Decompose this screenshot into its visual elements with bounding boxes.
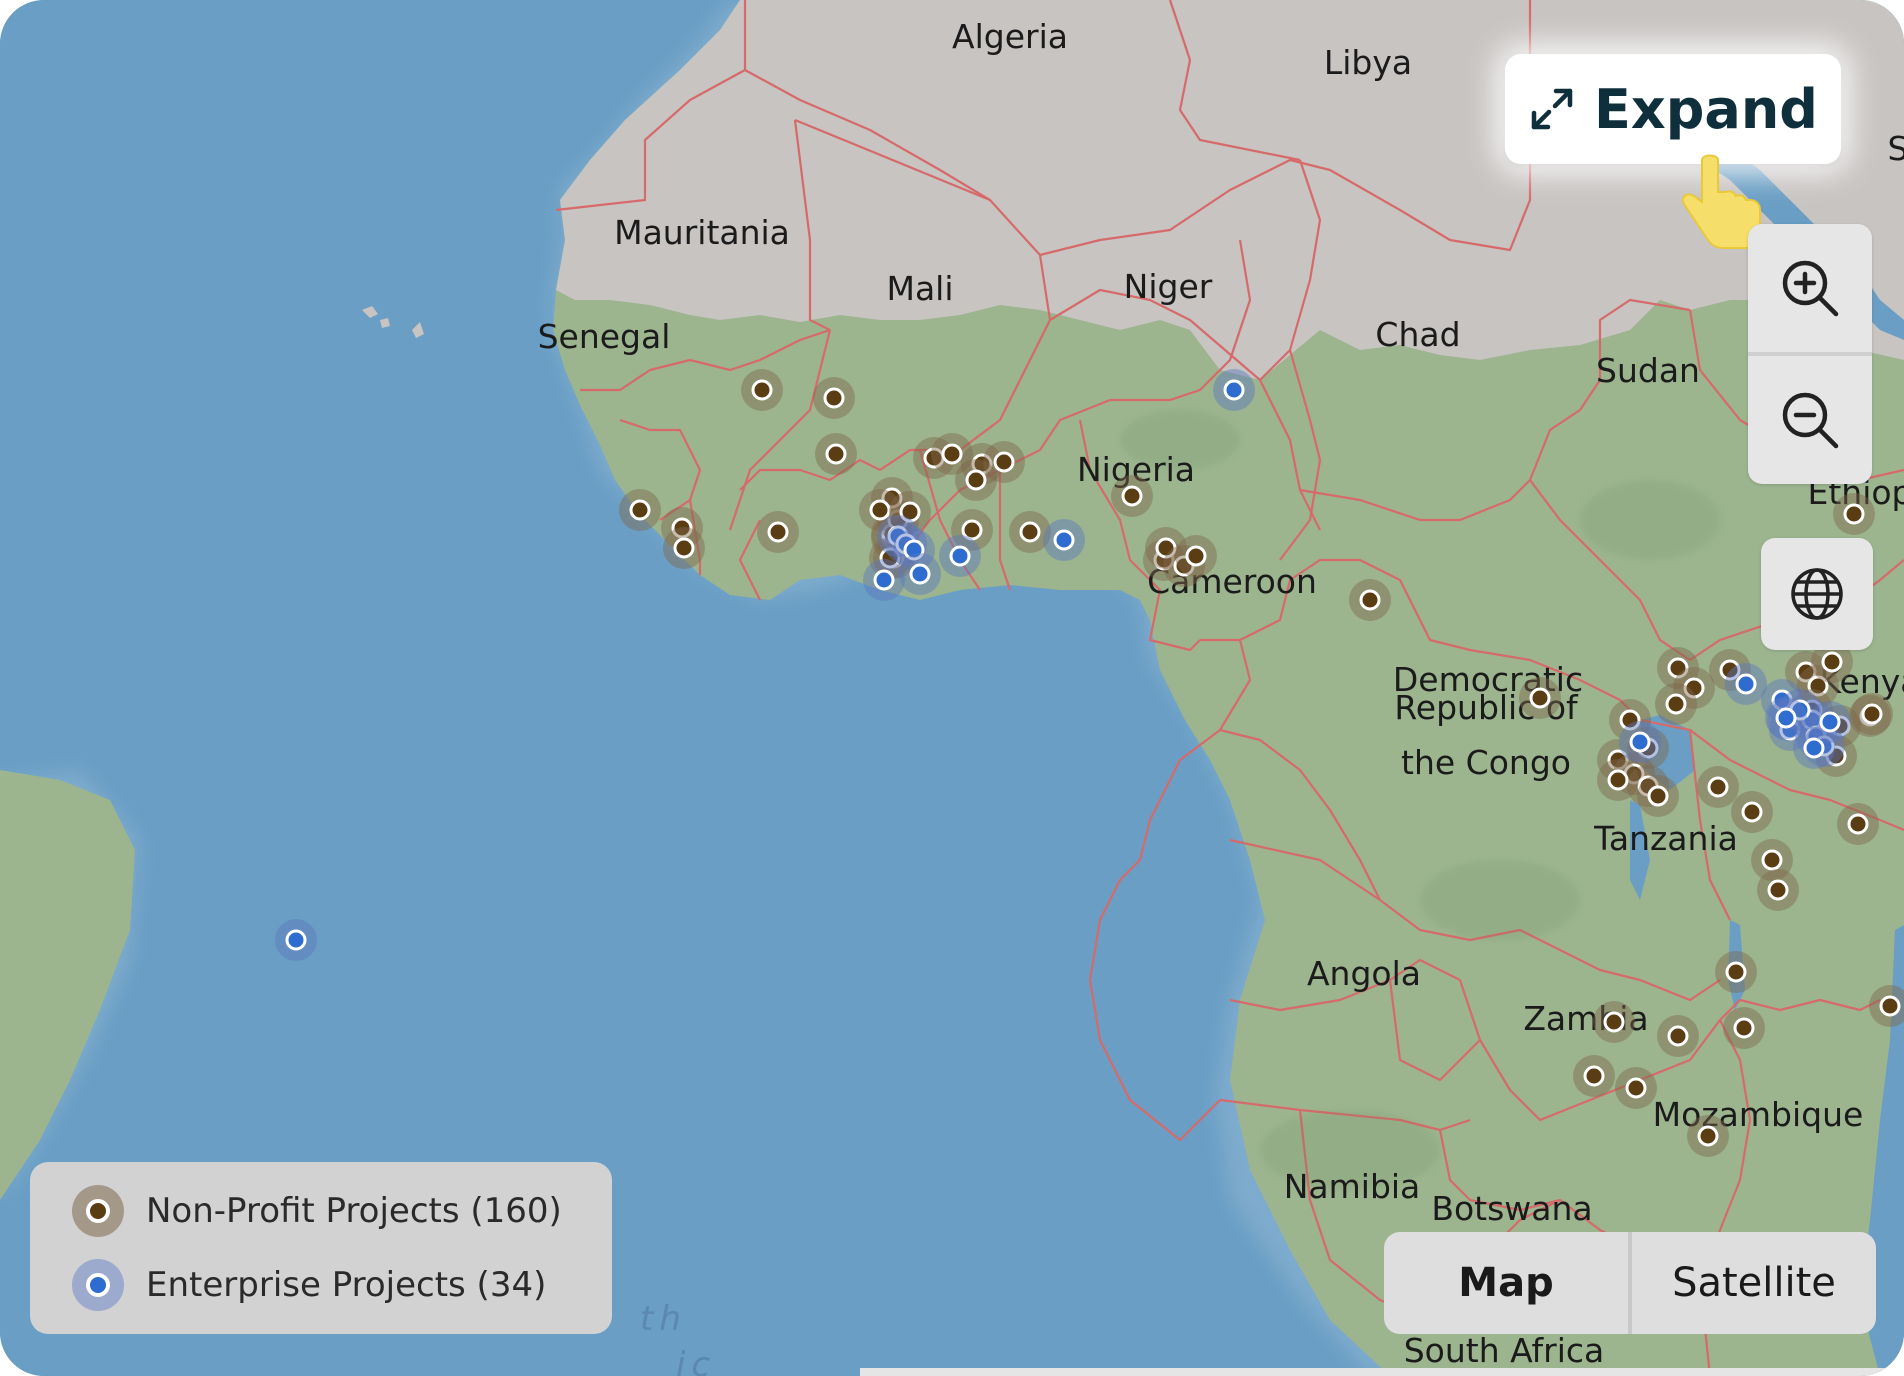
nonprofit-project-marker[interactable] [1597,759,1639,801]
nonprofit-project-marker[interactable] [1349,579,1391,621]
nonprofit-project-marker[interactable] [1731,791,1773,833]
enterprise-project-marker[interactable] [939,535,981,577]
enterprise-project-marker[interactable] [275,919,317,961]
zoom-out-icon [1782,392,1839,449]
nonprofit-project-marker[interactable] [663,527,705,569]
country-label: Tanzania [1593,819,1738,858]
enterprise-project-marker[interactable] [1765,697,1807,739]
ocean-label: th [640,1299,687,1339]
nonprofit-project-marker[interactable] [1687,1115,1729,1157]
nonprofit-project-marker[interactable] [1723,1007,1765,1049]
enterprise-project-marker[interactable] [1725,663,1767,705]
legend-nonprofit-label: Non-Profit Projects (160) [146,1191,562,1231]
scale-bar [860,1368,1904,1376]
nonprofit-project-marker[interactable] [1833,493,1875,535]
nonprofit-project-marker[interactable] [813,377,855,419]
map-container[interactable]: Algeria Libya Mauritania Mali Niger Senegal Ch… [0,0,1904,1376]
enterprise-project-marker[interactable] [863,559,905,601]
nonprofit-project-marker[interactable] [1637,775,1679,817]
country-label: Libya [1324,43,1412,82]
expand-label: Expand [1594,77,1818,141]
legend-enterprise: Enterprise Projects (34) [72,1255,546,1315]
enterprise-project-marker[interactable] [1213,369,1255,411]
country-label: Mozambique [1653,1095,1864,1134]
nonprofit-marker-icon [72,1185,124,1237]
nonprofit-project-marker[interactable] [1657,1015,1699,1057]
zoom-controls [1748,224,1872,484]
nonprofit-project-marker[interactable] [1697,766,1739,808]
legend-enterprise-label: Enterprise Projects (34) [146,1265,547,1305]
map-type-toggle: Map Satellite [1384,1232,1876,1334]
nonprofit-project-marker[interactable] [1757,869,1799,911]
country-label: Mauritania [614,213,790,252]
nonprofit-project-marker[interactable] [1519,677,1561,719]
globe-icon [1791,568,1843,620]
nonprofit-project-marker[interactable] [1851,693,1893,735]
country-label: South Africa [1404,1331,1605,1370]
country-label: Algeria [952,17,1068,56]
enterprise-project-marker[interactable] [899,553,941,595]
nonprofit-project-marker[interactable] [1593,1001,1635,1043]
nonprofit-project-marker[interactable] [1573,1055,1615,1097]
nonprofit-project-marker[interactable] [983,441,1025,483]
country-label: Sudan [1596,351,1700,390]
nonprofit-project-marker[interactable] [1111,475,1153,517]
country-label: Angola [1307,954,1421,993]
ocean-label: ic [676,1345,716,1376]
country-label: Senegal [538,317,671,356]
zoom-in-icon [1782,260,1839,317]
nonprofit-project-marker[interactable] [1837,803,1879,845]
expand-button[interactable]: Expand [1505,54,1841,164]
nonprofit-project-marker[interactable] [1715,951,1757,993]
nonprofit-project-marker[interactable] [741,369,783,411]
country-label: Chad [1375,315,1460,354]
nonprofit-project-marker[interactable] [1175,535,1217,577]
country-label: the Congo [1401,743,1571,782]
zoom-out-button[interactable] [1748,356,1872,484]
enterprise-project-marker[interactable] [1619,721,1661,763]
enterprise-project-marker[interactable] [1809,701,1851,743]
enterprise-project-marker[interactable] [1043,519,1085,561]
expand-arrows-icon [1531,88,1573,130]
nonprofit-project-marker[interactable] [757,511,799,553]
map-legend: Non-Profit Projects (160) Enterprise Pro… [30,1162,612,1334]
globe-button[interactable] [1761,538,1873,650]
country-label: S [1888,129,1904,168]
enterprise-marker-icon [72,1259,124,1311]
nonprofit-project-marker[interactable] [1615,1067,1657,1109]
country-label: Namibia [1284,1167,1421,1206]
legend-nonprofit: Non-Profit Projects (160) [72,1181,562,1241]
nonprofit-project-marker[interactable] [619,489,661,531]
nonprofit-project-marker[interactable] [815,433,857,475]
country-label: Botswana [1431,1189,1592,1228]
zoom-in-button[interactable] [1748,224,1872,352]
nonprofit-project-marker[interactable] [1655,683,1697,725]
country-label: Mali [886,269,953,308]
map-type-satellite-button[interactable]: Satellite [1632,1232,1876,1334]
map-type-map-button[interactable]: Map [1384,1232,1628,1334]
country-label: Niger [1124,267,1213,306]
